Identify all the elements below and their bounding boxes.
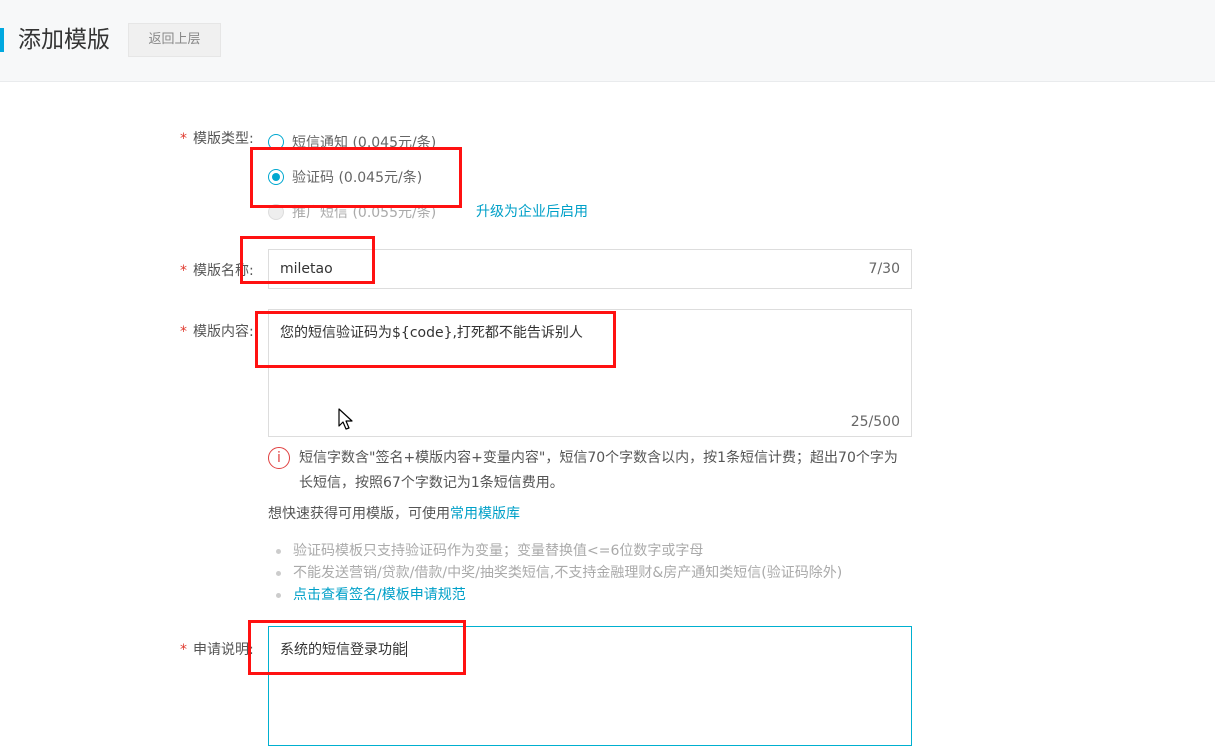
tip-item: 不能发送营销/贷款/借款/中奖/抽奖类短信,不支持金融理财&房产通知类短信(验证… — [276, 562, 842, 584]
tips-list: 验证码模板只支持验证码作为变量；变量替换值<=6位数字或字母 不能发送营销/贷款… — [276, 540, 842, 606]
required-mark: * — [180, 642, 187, 658]
apply-label: * 申请说明: — [180, 639, 254, 659]
apply-textarea[interactable]: 系统的短信登录功能 — [268, 626, 912, 746]
radio-promo-sms: 推广短信 (0.055元/条) — [268, 202, 436, 222]
radio-label: 短信通知 (0.045元/条) — [292, 135, 437, 151]
radio-circle-disabled — [268, 204, 284, 220]
radio-label: 推广短信 (0.055元/条) — [292, 205, 437, 221]
apply-label-text: 申请说明: — [193, 642, 254, 658]
back-button[interactable]: 返回上层 — [128, 23, 221, 57]
name-input[interactable]: miletao 7/30 — [268, 249, 912, 289]
name-char-count: 7/30 — [868, 261, 900, 277]
required-mark: * — [180, 131, 187, 147]
radio-sms-notice[interactable]: 短信通知 (0.045元/条) — [268, 132, 436, 152]
quick-hint-text: 想快速获得可用模版，可使用 — [268, 506, 450, 522]
text-caret — [406, 641, 407, 657]
apply-textarea-value: 系统的短信登录功能 — [280, 642, 406, 658]
radio-verify-code[interactable]: 验证码 (0.045元/条) — [268, 167, 422, 187]
type-label-text: 模版类型: — [193, 131, 254, 147]
tip-item: 验证码模板只支持验证码作为变量；变量替换值<=6位数字或字母 — [276, 540, 842, 562]
name-label-text: 模版名称: — [193, 263, 254, 279]
upgrade-link[interactable]: 升级为企业后启用 — [476, 201, 588, 221]
required-mark: * — [180, 263, 187, 279]
sms-length-info: 短信字数含"签名+模版内容+变量内容"，短信70个字数含以内，按1条短信计费；超… — [299, 450, 898, 491]
info-circle-icon: i — [268, 447, 290, 469]
content-char-count: 25/500 — [850, 414, 900, 430]
content-textarea-value: 您的短信验证码为${code},打死都不能告诉别人 — [280, 325, 583, 341]
title-accent-bar — [0, 28, 4, 52]
radio-circle[interactable] — [268, 134, 284, 150]
name-label: * 模版名称: — [180, 260, 254, 280]
radio-label: 验证码 (0.045元/条) — [292, 170, 423, 186]
content-label: * 模版内容: — [180, 321, 254, 341]
type-label: * 模版类型: — [180, 128, 254, 148]
required-mark: * — [180, 324, 187, 340]
quick-template-hint: 想快速获得可用模版，可使用常用模版库 — [268, 503, 520, 523]
page-title: 添加模版 — [18, 27, 110, 53]
content-label-text: 模版内容: — [193, 324, 254, 340]
mouse-pointer-icon — [338, 408, 353, 430]
content-textarea[interactable]: 您的短信验证码为${code},打死都不能告诉别人 25/500 — [268, 309, 912, 437]
apply-textarea-content: 系统的短信登录功能 — [280, 639, 407, 659]
name-input-value: miletao — [280, 261, 333, 277]
radio-circle-checked[interactable] — [268, 169, 284, 185]
spec-link[interactable]: 点击查看签名/模板申请规范 — [276, 584, 842, 606]
template-library-link[interactable]: 常用模版库 — [450, 506, 520, 522]
page-header: 添加模版 返回上层 — [0, 0, 1215, 82]
